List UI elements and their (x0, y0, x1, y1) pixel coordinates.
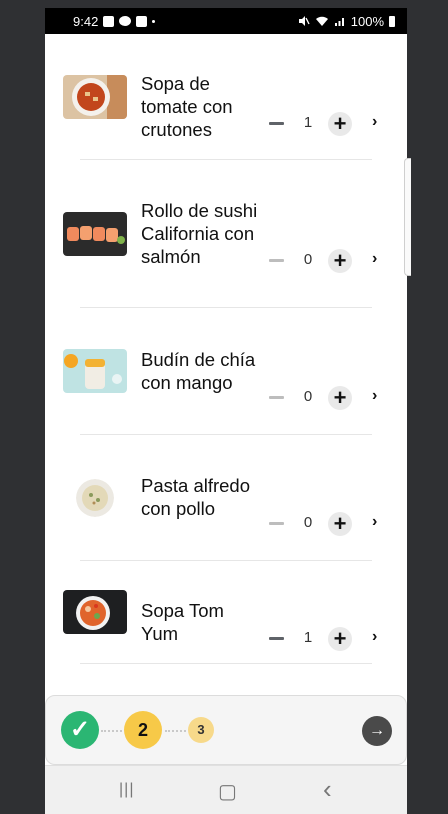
cloud-icon (119, 16, 132, 26)
quantity-value: 0 (303, 514, 313, 531)
order-stepper: ✓ 2 3 → (45, 695, 407, 765)
step-1-complete-icon[interactable]: ✓ (61, 711, 99, 749)
tomato-soup-image (63, 75, 127, 119)
chevron-right-icon[interactable]: › (372, 250, 377, 268)
decrease-button[interactable] (269, 122, 284, 125)
increase-button[interactable]: + (328, 112, 352, 136)
sushi-roll-image (63, 212, 127, 256)
battery-icon (389, 15, 395, 27)
quantity-value: 1 (303, 114, 313, 131)
increase-button[interactable]: + (328, 249, 352, 273)
item-name: Sopa Tom Yum (141, 600, 224, 644)
tom-yum-image (63, 590, 127, 634)
gallery-icon (136, 15, 148, 27)
step-connector (101, 730, 122, 734)
scroll-handle[interactable] (404, 158, 411, 276)
chia-pudding-image (63, 349, 127, 393)
divider (80, 307, 372, 308)
step-connector (165, 730, 186, 734)
phone-screen: 9:42 100% Sopa de tomate con crutones 1 … (45, 8, 407, 814)
quantity-value: 0 (303, 388, 313, 405)
step-2-current[interactable]: 2 (124, 711, 162, 749)
divider (80, 560, 372, 561)
item-name: Sopa de tomate con crutones (141, 73, 233, 140)
divider (80, 434, 372, 435)
quantity-value: 0 (303, 251, 313, 268)
chevron-right-icon[interactable]: › (372, 113, 377, 131)
increase-button[interactable]: + (328, 627, 352, 651)
status-bar: 9:42 100% (45, 8, 407, 34)
android-nav-bar: ||| ▢ ‹ (45, 765, 407, 814)
signal-icon (334, 18, 344, 26)
home-icon[interactable]: ▢ (218, 779, 237, 804)
item-name: Rollo de sushi California con salmón (141, 200, 258, 267)
step-3-upcoming[interactable]: 3 (188, 717, 214, 743)
messages-icon (103, 15, 115, 27)
chevron-right-icon[interactable]: › (372, 513, 377, 531)
increase-button[interactable]: + (328, 512, 352, 536)
status-time: 9:42 (73, 13, 99, 29)
quantity-value: 1 (303, 629, 313, 646)
status-left: 9:42 (73, 13, 156, 29)
next-arrow-icon[interactable]: → (362, 716, 392, 746)
notification-dot-icon (152, 19, 156, 23)
chevron-right-icon[interactable]: › (372, 387, 377, 405)
item-name: Budín de chía con mango (141, 349, 256, 393)
decrease-button[interactable] (269, 637, 284, 640)
mute-icon (298, 16, 310, 26)
back-icon[interactable]: ‹ (323, 774, 332, 805)
pasta-alfredo-image (76, 479, 114, 517)
divider (80, 663, 372, 664)
battery-percent: 100% (350, 13, 384, 29)
decrease-button[interactable] (269, 396, 284, 399)
decrease-button[interactable] (269, 522, 284, 525)
chevron-right-icon[interactable]: › (372, 628, 377, 646)
wifi-icon (315, 16, 328, 26)
recents-icon[interactable]: ||| (119, 781, 134, 799)
increase-button[interactable]: + (328, 386, 352, 410)
decrease-button[interactable] (269, 259, 284, 262)
status-right: 100% (298, 14, 395, 29)
divider (80, 159, 372, 160)
item-name: Pasta alfredo con pollo (141, 475, 251, 519)
